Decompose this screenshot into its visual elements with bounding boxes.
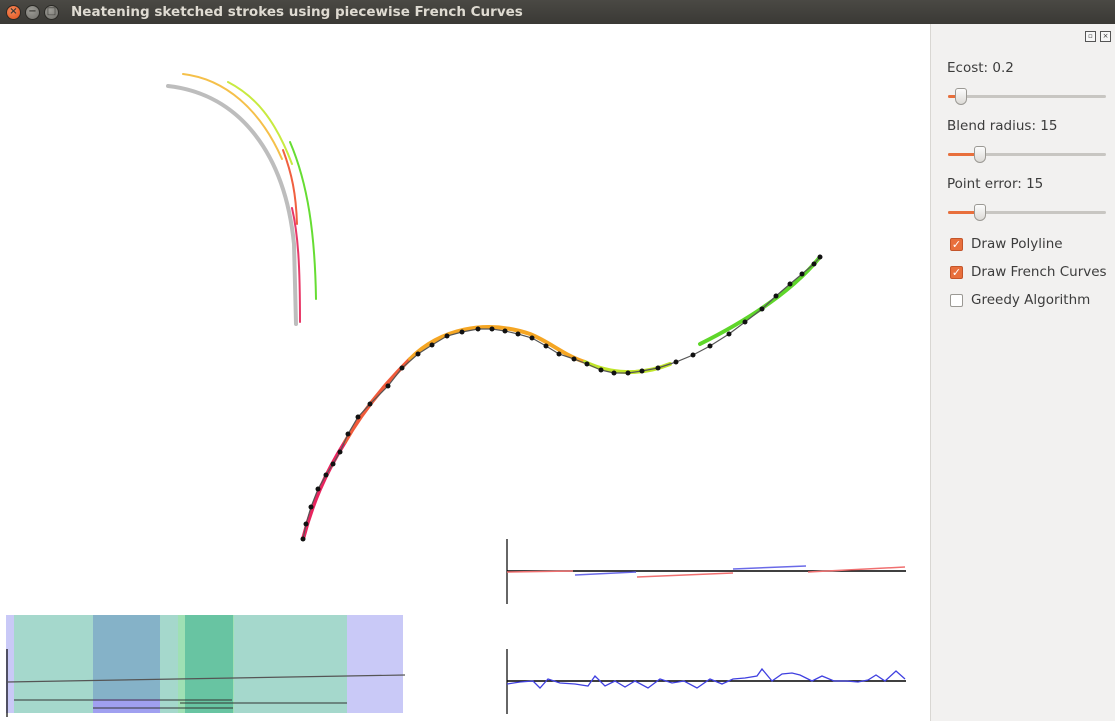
- range-band-blue-lower: [93, 699, 160, 713]
- range-band-blue: [93, 615, 160, 713]
- error-chart: [506, 649, 906, 714]
- palette-curve-gray: [166, 84, 298, 326]
- dock-close-button[interactable]: ×: [1100, 31, 1111, 42]
- greedy-algorithm-label: Greedy Algorithm: [971, 292, 1091, 308]
- checkmark-icon: ✓: [950, 265, 963, 279]
- slider-handle[interactable]: [974, 204, 986, 221]
- draw-polyline-checkbox[interactable]: ✓ Draw Polyline: [950, 236, 1063, 252]
- slider-handle[interactable]: [955, 88, 967, 105]
- curvature-segment-blue-2: [732, 565, 807, 570]
- french-curve-palette: [166, 73, 317, 326]
- draw-french-curves-label: Draw French Curves: [971, 264, 1107, 280]
- minimize-window-button[interactable]: −: [25, 4, 40, 20]
- segment-pink: [301, 440, 347, 541]
- segment-orange: [408, 325, 587, 364]
- segment-red: [343, 357, 412, 444]
- segment-green: [698, 255, 822, 346]
- slider-handle[interactable]: [974, 146, 986, 163]
- maximize-icon: □: [46, 6, 57, 17]
- maximize-window-button[interactable]: □: [44, 4, 59, 20]
- curvature-chart: [506, 539, 906, 604]
- float-icon: ▫: [1088, 32, 1093, 40]
- canvas-svg: [6, 73, 906, 717]
- french-curve-segments: [301, 255, 822, 541]
- point-error-label: Point error: 15: [947, 176, 1044, 192]
- minimize-icon: −: [28, 6, 37, 17]
- greedy-algorithm-checkbox[interactable]: Greedy Algorithm: [950, 292, 1090, 308]
- checkmark-icon: ✓: [950, 237, 963, 251]
- curvature-segment-blue-1: [574, 571, 637, 576]
- curvature-segment-red-2: [636, 572, 734, 578]
- close-icon: ×: [1102, 32, 1109, 40]
- ecost-label: Ecost: 0.2: [947, 60, 1014, 76]
- error-series: [506, 667, 906, 689]
- sketch-polyline: [302, 256, 821, 540]
- blend-radius-slider[interactable]: [948, 146, 1106, 163]
- window-controls: × − □: [6, 4, 59, 20]
- point-error-slider[interactable]: [948, 204, 1106, 221]
- slider-groove: [948, 95, 1106, 98]
- segmentation-chart: [6, 615, 406, 717]
- draw-polyline-label: Draw Polyline: [971, 236, 1063, 252]
- dock-controls: ▫ ×: [1085, 31, 1111, 42]
- window-title: Neatening sketched strokes using piecewi…: [71, 4, 523, 20]
- close-icon: ×: [9, 6, 18, 17]
- palette-curve-yellow: [227, 81, 293, 165]
- draw-french-curves-checkbox[interactable]: ✓ Draw French Curves: [950, 264, 1107, 280]
- sketch-points: [300, 254, 823, 542]
- controls-panel: ▫ × Ecost: 0.2 Blend radius: 15 Point er…: [930, 24, 1115, 721]
- curvature-segment-red-1: [506, 570, 574, 573]
- blend-radius-label: Blend radius: 15: [947, 118, 1058, 134]
- checkbox-empty-icon: [950, 293, 963, 307]
- title-bar: × − □ Neatening sketched strokes using p…: [0, 0, 1115, 24]
- close-window-button[interactable]: ×: [6, 4, 21, 20]
- drawing-canvas[interactable]: [0, 24, 930, 721]
- dock-float-button[interactable]: ▫: [1085, 31, 1096, 42]
- range-band-green: [185, 615, 233, 713]
- ecost-slider[interactable]: [948, 88, 1106, 105]
